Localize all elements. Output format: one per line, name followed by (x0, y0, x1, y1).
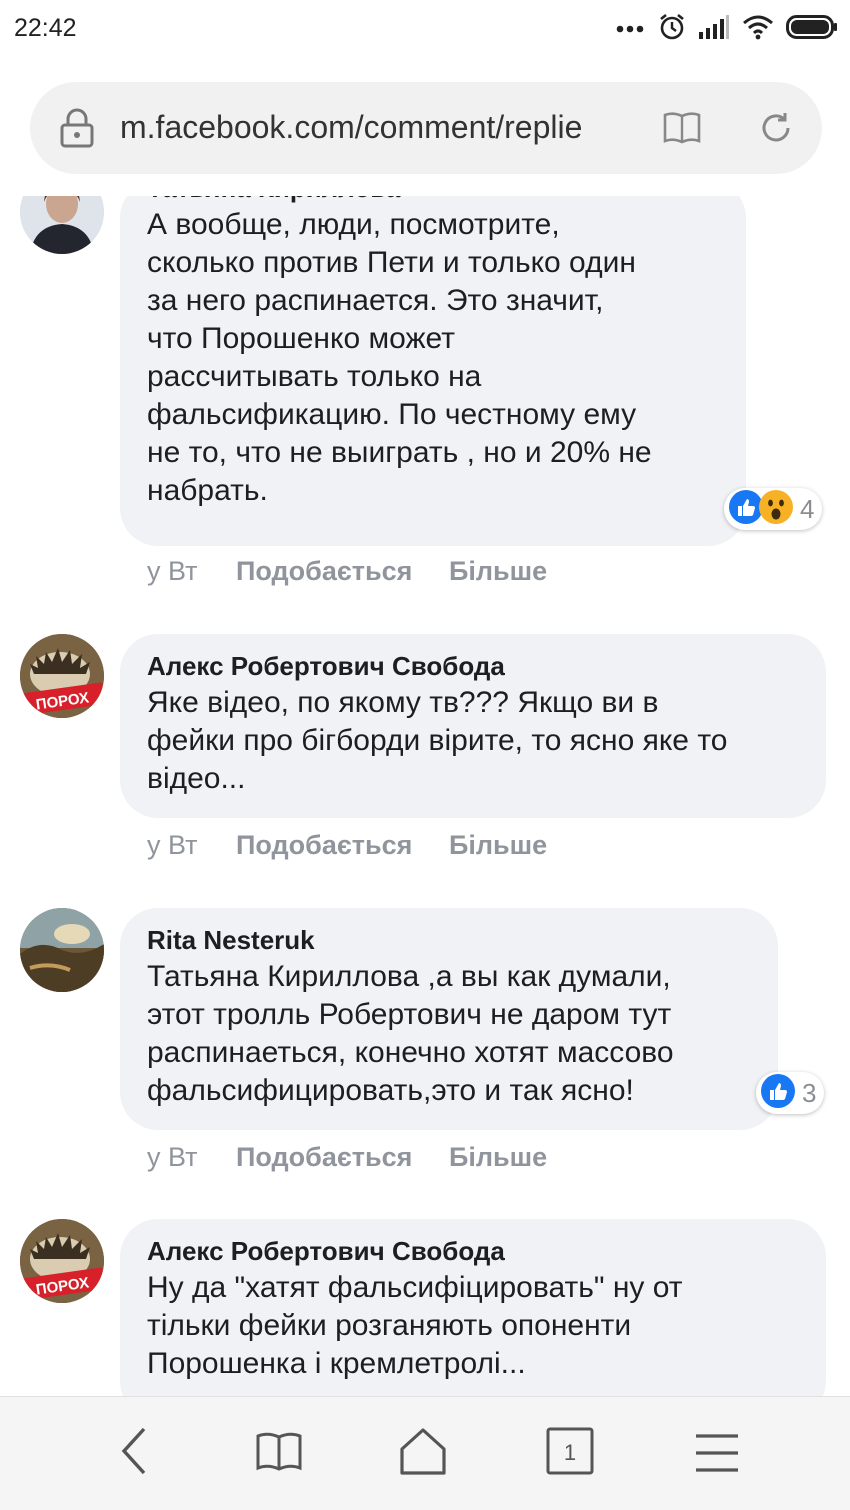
reaction-count: 3 (802, 1077, 817, 1108)
alarm-icon (658, 12, 686, 47)
like-button[interactable]: Подобається (236, 1142, 449, 1173)
bookmarks-icon[interactable] (255, 1431, 303, 1478)
comment-bubble: Алекс Робертович Свобода Ну да "хатят фа… (120, 1219, 826, 1396)
comment-text: Яке відео, по якому тв??? Якщо ви в фейк… (147, 686, 728, 795)
comment-text: А вообще, люди, посмотрите, сколько прот… (147, 208, 652, 507)
lock-icon (60, 108, 94, 153)
menu-icon[interactable] (694, 1433, 740, 1478)
tab-count: 1 (564, 1440, 576, 1465)
reload-icon[interactable] (758, 110, 794, 151)
comment-author[interactable]: Rita Nesteruk (147, 922, 752, 958)
comment-bubble: Татьяна Кириллова А вообще, люди, посмот… (120, 196, 746, 546)
wow-icon (758, 489, 794, 530)
back-icon[interactable] (116, 1425, 152, 1482)
comment-bubble: Rita Nesteruk Татьяна Кириллова ,а вы ка… (120, 908, 778, 1130)
browser-nav-bar: 1 (0, 1396, 850, 1510)
reaction-count: 4 (800, 493, 815, 524)
signal-icon (698, 14, 730, 45)
comment-time[interactable]: у Вт (147, 1142, 236, 1173)
avatar[interactable]: ПОРОХ (20, 1219, 104, 1303)
reactions-badge[interactable]: 4 (724, 488, 823, 530)
comment-actions: у Вт Подобається Більше (147, 556, 547, 587)
status-bar: 22:42 (0, 0, 850, 60)
reader-mode-icon[interactable] (662, 110, 702, 151)
comment-actions: у Вт Подобається Більше (147, 1142, 547, 1173)
battery-icon (786, 14, 838, 45)
comment-author[interactable]: Алекс Робертович Свобода (147, 1233, 800, 1269)
home-icon[interactable] (398, 1427, 448, 1482)
address-bar[interactable]: m.facebook.com/comment/replie (30, 82, 822, 174)
comment-text: Ну да "хатят фальсифіцировать" ну от тіл… (147, 1271, 683, 1380)
reactions-badge[interactable]: 3 (756, 1072, 825, 1114)
comment-bubble: Алекс Робертович Свобода Яке відео, по я… (120, 634, 826, 818)
like-button[interactable]: Подобається (236, 830, 449, 861)
comment-time[interactable]: у Вт (147, 830, 236, 861)
comment-actions: у Вт Подобається Більше (147, 830, 547, 861)
more-button[interactable]: Більше (449, 1142, 547, 1173)
like-icon (760, 1073, 796, 1114)
comment-text: Татьяна Кириллова ,а вы как думали, этот… (147, 960, 674, 1107)
tabs-button[interactable]: 1 (546, 1427, 596, 1482)
comments-feed[interactable]: Татьяна Кириллова А вообще, люди, посмот… (0, 196, 850, 1396)
avatar[interactable]: ПОРОХ (20, 634, 104, 718)
comment-author[interactable]: Татьяна Кириллова (147, 196, 720, 206)
more-button[interactable]: Більше (449, 830, 547, 861)
avatar[interactable] (20, 908, 104, 992)
more-dots-icon (616, 20, 646, 38)
more-button[interactable]: Більше (449, 556, 547, 587)
wifi-icon (742, 14, 774, 45)
url-text[interactable]: m.facebook.com/comment/replie (120, 109, 582, 146)
comment-time[interactable]: у Вт (147, 556, 236, 587)
status-icons (616, 12, 838, 46)
like-button[interactable]: Подобається (236, 556, 449, 587)
status-time: 22:42 (14, 14, 77, 42)
avatar[interactable] (20, 196, 104, 254)
comment-author[interactable]: Алекс Робертович Свобода (147, 648, 800, 684)
